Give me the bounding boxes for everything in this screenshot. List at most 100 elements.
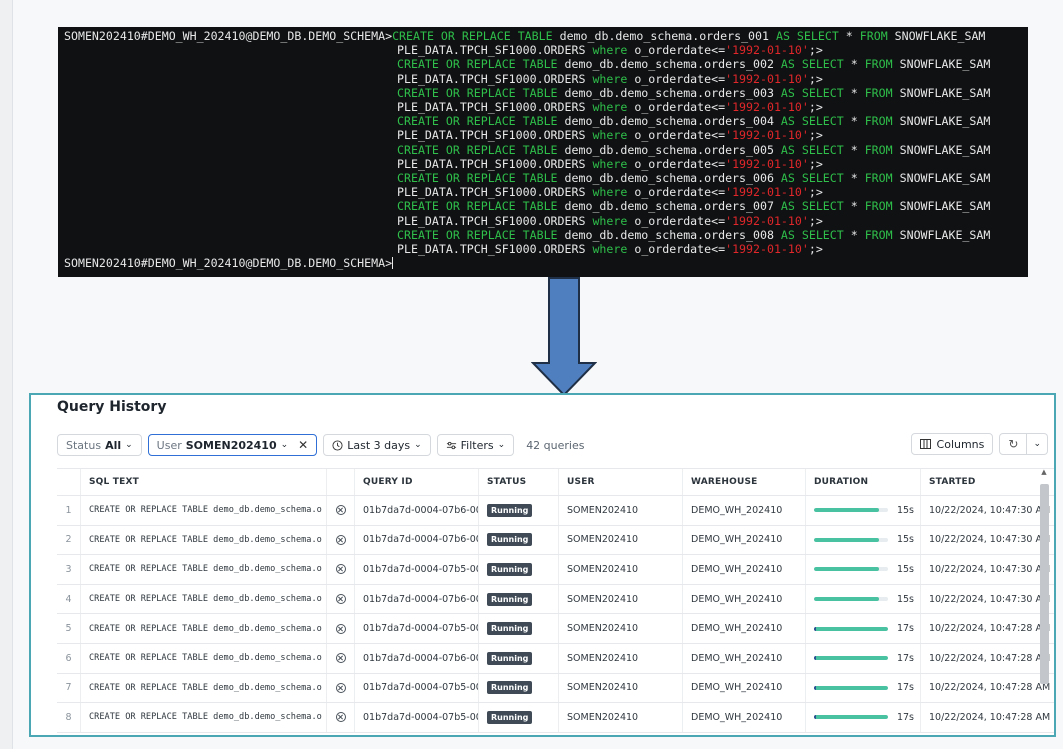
terminal-line: PLE_DATA.TPCH_SF1000.ORDERS where o_orde…: [64, 128, 1028, 142]
cancel-icon: [335, 623, 346, 634]
query-id-cell[interactable]: 01b7da7d-0004-07b6-000: [355, 496, 479, 525]
query-id-cell[interactable]: 01b7da7d-0004-07b5-000: [355, 555, 479, 584]
cancel-icon: [335, 534, 346, 545]
table-row[interactable]: 2 CREATE OR REPLACE TABLE demo_db.demo_sc…: [57, 525, 1054, 556]
status-cell: Running: [479, 496, 559, 525]
query-id-cell[interactable]: 01b7da7d-0004-07b6-000: [355, 643, 479, 673]
table-row[interactable]: 1 CREATE OR REPLACE TABLE demo_db.demo_sc…: [57, 496, 1054, 526]
user-cell: SOMEN202410: [559, 703, 683, 732]
duration-bar: [814, 715, 888, 720]
duration-cell: 17s: [806, 703, 921, 732]
query-id-cell[interactable]: 01b7da7d-0004-07b6-000: [355, 525, 479, 555]
queued-segment: [814, 715, 816, 720]
sql-text-cell[interactable]: CREATE OR REPLACE TABLE demo_db.demo_sch…: [81, 555, 327, 584]
sql-text-cell[interactable]: CREATE OR REPLACE TABLE demo_db.demo_sch…: [81, 525, 327, 555]
query-id-cell[interactable]: 01b7da7d-0004-07b5-000: [355, 673, 479, 703]
sql-source: PLE_DATA.TPCH_SF1000.ORDERS: [397, 156, 586, 171]
columns-button[interactable]: Columns: [910, 433, 994, 455]
table-scrollbar[interactable]: ▲: [1038, 468, 1050, 713]
sql-date: '1992-01-10': [725, 71, 809, 86]
duration-value: 15s: [896, 534, 914, 546]
terminal-line: CREATE OR REPLACE TABLE demo_db.demo_sch…: [64, 57, 1028, 71]
row-index: 6: [57, 643, 81, 673]
user-cell: SOMEN202410: [559, 496, 683, 525]
duration-value: 17s: [896, 711, 914, 723]
chevron-down-icon: ⌄: [1033, 439, 1041, 449]
started-cell: 10/22/2024, 10:47:30 AM: [929, 534, 1051, 546]
sql-keyword: FROM: [864, 171, 893, 186]
duration-bar: [814, 656, 888, 661]
refresh-options-button[interactable]: ⌄: [1027, 433, 1048, 455]
terminal-line: PLE_DATA.TPCH_SF1000.ORDERS where o_orde…: [64, 100, 1028, 114]
user-filter[interactable]: User SOMEN202410 ⌄ ✕: [147, 434, 318, 456]
header-user[interactable]: USER: [559, 469, 683, 495]
query-history-panel: Query History Status All ⌄ User SOMEN202…: [29, 393, 1056, 737]
table-row[interactable]: 8 CREATE OR REPLACE TABLE demo_db.demo_sc…: [57, 703, 1054, 733]
sql-terminator: ;>: [808, 213, 823, 228]
header-sql-text[interactable]: SQL TEXT: [81, 469, 327, 495]
user-cell: SOMEN202410: [559, 673, 683, 703]
sql-keyword: where: [592, 128, 628, 143]
header-query-id[interactable]: QUERY ID: [355, 469, 479, 495]
scroll-thumb[interactable]: [1040, 484, 1049, 684]
sql-text-cell[interactable]: CREATE OR REPLACE TABLE demo_db.demo_sch…: [81, 614, 327, 643]
sql-star: *: [850, 227, 858, 242]
queued-segment: [814, 656, 816, 661]
filters-button[interactable]: Filters ⌄: [436, 434, 515, 456]
refresh-button[interactable]: ↻: [999, 433, 1028, 455]
status-badge: Running: [487, 622, 533, 636]
sql-text-cell[interactable]: CREATE OR REPLACE TABLE demo_db.demo_sch…: [81, 673, 327, 703]
query-id-cell[interactable]: 01b7da7d-0004-07b5-000: [355, 703, 479, 732]
cancel-query-button[interactable]: [327, 643, 355, 673]
sql-condition: o_orderdate<=: [634, 156, 726, 171]
status-filter[interactable]: Status All ⌄: [57, 434, 142, 456]
sql-text-cell[interactable]: CREATE OR REPLACE TABLE demo_db.demo_sch…: [81, 643, 327, 673]
sql-terminator: ;>: [808, 156, 823, 171]
table-row[interactable]: 6 CREATE OR REPLACE TABLE demo_db.demo_sc…: [57, 643, 1054, 674]
query-id-cell[interactable]: 01b7da7d-0004-07b6-000: [355, 584, 479, 614]
sql-keyword: CREATE OR REPLACE TABLE: [397, 85, 558, 100]
close-icon[interactable]: ✕: [298, 438, 308, 452]
cancel-query-button[interactable]: [327, 703, 355, 732]
user-cell: SOMEN202410: [559, 525, 683, 555]
cancel-query-button[interactable]: [327, 673, 355, 703]
sql-keyword: where: [592, 156, 628, 171]
sql-keyword: CREATE OR REPLACE TABLE: [397, 142, 558, 157]
query-id-cell[interactable]: 01b7da7d-0004-07b5-000: [355, 614, 479, 643]
header-warehouse[interactable]: WAREHOUSE: [683, 469, 806, 495]
duration-bar-fill: [814, 626, 888, 631]
status-badge: Running: [487, 592, 533, 606]
duration-cell: 17s: [806, 643, 921, 673]
scroll-up-icon[interactable]: ▲: [1038, 468, 1050, 476]
sql-source: PLE_DATA.TPCH_SF1000.ORDERS: [397, 128, 586, 143]
sql-terminator: ;>: [808, 43, 823, 58]
cancel-query-button[interactable]: [327, 555, 355, 584]
table-row[interactable]: 3 CREATE OR REPLACE TABLE demo_db.demo_sc…: [57, 555, 1054, 585]
header-status[interactable]: STATUS: [479, 469, 559, 495]
table-tools: Columns ↻ ⌄: [910, 433, 1048, 455]
header-started[interactable]: STARTED: [921, 469, 1054, 495]
sql-keyword: AS SELECT: [780, 227, 844, 242]
cancel-icon: [335, 712, 346, 723]
sql-text-cell[interactable]: CREATE OR REPLACE TABLE demo_db.demo_sch…: [81, 496, 327, 525]
query-count: 42 queries: [526, 438, 585, 452]
cancel-query-button[interactable]: [327, 525, 355, 555]
table-row[interactable]: 7 CREATE OR REPLACE TABLE demo_db.demo_sc…: [57, 673, 1054, 704]
sql-condition: o_orderdate<=: [634, 185, 726, 200]
chevron-down-icon: ⌄: [497, 440, 506, 450]
time-range-filter[interactable]: Last 3 days ⌄: [323, 434, 431, 456]
cursor: [392, 257, 394, 270]
cancel-query-button[interactable]: [327, 614, 355, 643]
sql-text-cell[interactable]: CREATE OR REPLACE TABLE demo_db.demo_sch…: [81, 584, 327, 614]
table-row[interactable]: 5 CREATE OR REPLACE TABLE demo_db.demo_sc…: [57, 614, 1054, 644]
sql-text-cell[interactable]: CREATE OR REPLACE TABLE demo_db.demo_sch…: [81, 703, 327, 732]
table-row[interactable]: 4 CREATE OR REPLACE TABLE demo_db.demo_sc…: [57, 584, 1054, 615]
sql-source: SNOWFLAKE_SAM: [899, 57, 991, 72]
row-index: 5: [57, 614, 81, 643]
cancel-query-button[interactable]: [327, 496, 355, 525]
header-duration[interactable]: DURATION: [806, 469, 921, 495]
sql-date: '1992-01-10': [725, 242, 809, 257]
sql-date: '1992-01-10': [725, 100, 809, 115]
cancel-query-button[interactable]: [327, 584, 355, 614]
status-badge: Running: [487, 651, 533, 665]
